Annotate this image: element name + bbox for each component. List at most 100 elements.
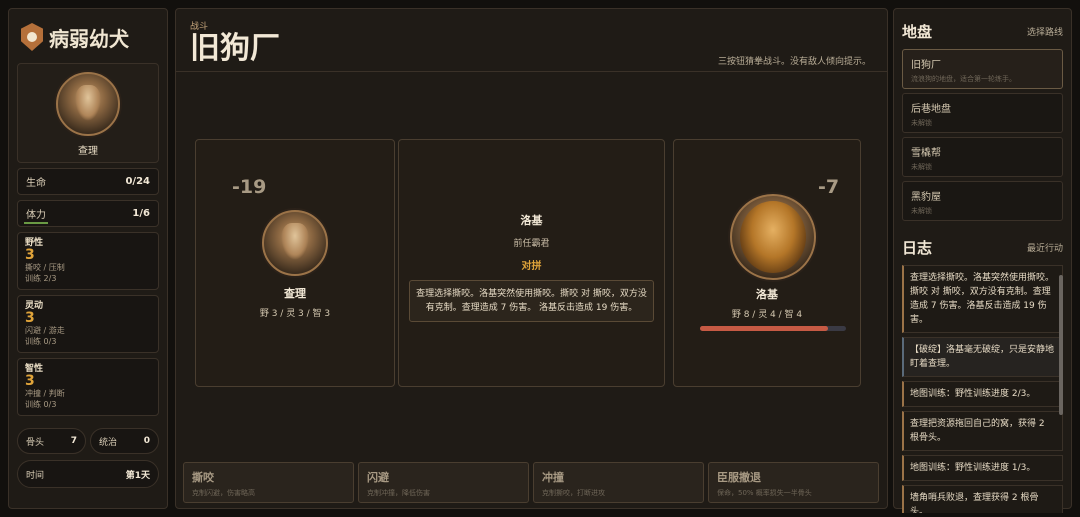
action-desc: 克制闪避，伤害略高	[192, 489, 255, 497]
encounter-card: 洛基 前任霸君 对拼 查理选择撕咬。洛基突然使用撕咬。撕咬 对 撕咬，双方没有克…	[398, 139, 665, 387]
territory-item-old-kennel[interactable]: 旧狗厂 流浪狗的地盘，适合第一轮练手。	[902, 49, 1063, 89]
action-desc: 保命，50% 概率损失一半骨头	[717, 489, 812, 497]
enemy-hp-fill	[700, 326, 829, 331]
player-title-row: 病弱幼犬	[17, 17, 159, 57]
hp-label: 生命	[26, 178, 46, 189]
action-name: 撕咬	[192, 471, 214, 484]
hp-stat: 生命 0/24	[17, 168, 159, 195]
charge-button[interactable]: 冲撞 克制撕咬，打断进攻	[533, 462, 704, 503]
enemy-fighter-avatar	[730, 194, 816, 280]
attribute-train: 训练 0/3	[25, 400, 57, 409]
player-fighter-avatar	[262, 210, 328, 276]
journal-entry: 查理把资源拖回自己的窝，获得 2 根骨头。	[902, 411, 1063, 451]
player-portrait-card: 查理	[17, 63, 159, 163]
battle-header: 战斗 旧狗厂 三按钮猜拳战斗。没有敌人倾向提示。	[176, 9, 887, 72]
attribute-name: 灵动	[25, 301, 44, 311]
stamina-label: 体力	[26, 210, 46, 221]
territory-name: 旧狗厂	[911, 60, 941, 71]
journal-header: 日志 最近行动	[902, 233, 1063, 261]
battle-hint: 三按钮猜拳战斗。没有敌人倾向提示。	[717, 57, 871, 67]
player-fighter-card: -19 查理 野 3 / 灵 3 / 智 3	[195, 139, 395, 387]
bones-value: 7	[70, 436, 77, 446]
player-panel: 病弱幼犬 查理 生命 0/24 体力 1/6 野性 3 撕咬 / 压制 训练 2…	[8, 8, 168, 509]
map-journal-panel: 地盘 选择路线 旧狗厂 流浪狗的地盘，适合第一轮练手。 后巷地盘 未解锁 雪橇帮…	[893, 8, 1072, 513]
attribute-wild: 野性 3 撕咬 / 压制 训练 2/3	[17, 232, 159, 290]
journal-scrollbar[interactable]	[1059, 275, 1063, 415]
battle-label: 战斗	[190, 22, 209, 32]
journal-entry: 查理选择撕咬。洛基突然使用撕咬。撕咬 对 撕咬，双方没有克制。查理造成 7 伤害…	[902, 265, 1063, 333]
action-desc: 克制撕咬，打断进攻	[542, 489, 605, 497]
territory-header: 地盘 选择路线	[902, 17, 1063, 45]
journal-list[interactable]: 查理选择撕咬。洛基突然使用撕咬。撕咬 对 撕咬，双方没有克制。查理造成 7 伤害…	[902, 265, 1063, 513]
battle-panel: 战斗 旧狗厂 三按钮猜拳战斗。没有敌人倾向提示。 -19 查理 野 3 / 灵 …	[175, 8, 888, 509]
journal-entry: 地图训练：野性训练进度 2/3。	[902, 381, 1063, 407]
attribute-value: 3	[25, 310, 35, 326]
attribute-desc: 撕咬 / 压制	[25, 263, 65, 272]
player-fighter-stats: 野 3 / 灵 3 / 智 3	[259, 309, 331, 319]
attribute-value: 3	[25, 373, 35, 389]
territory-name: 后巷地盘	[911, 104, 951, 115]
hp-value: 0/24	[125, 176, 150, 187]
stamina-value: 1/6	[132, 208, 150, 219]
enemy-fighter-stats: 野 8 / 灵 4 / 智 4	[731, 310, 803, 320]
territory-item-sled-gang[interactable]: 雪橇帮 未解锁	[902, 137, 1063, 177]
journal-entry: 墙角哨兵败退，查理获得 2 根骨头。	[902, 485, 1063, 513]
stamina-bar	[24, 222, 48, 224]
dog-badge-icon	[21, 23, 43, 51]
enemy-damage: -7	[818, 176, 840, 198]
territory-desc: 流浪狗的地盘，适合第一轮练手。	[911, 75, 1016, 83]
attribute-train: 训练 0/3	[25, 337, 57, 346]
territory-title: 地盘	[902, 22, 933, 41]
resource-row: 骨头 7 统治 0	[17, 428, 159, 454]
attribute-desc: 冲撞 / 判断	[25, 389, 65, 398]
journal-title: 日志	[902, 238, 933, 257]
territory-desc: 未解锁	[911, 119, 932, 127]
time-value: 第1天	[125, 470, 150, 481]
action-name: 闪避	[367, 471, 389, 484]
territory-item-back-alley[interactable]: 后巷地盘 未解锁	[902, 93, 1063, 133]
battle-mode: 对拼	[521, 261, 542, 272]
enemy-title: 前任霸君	[513, 239, 550, 249]
submit-retreat-button[interactable]: 臣服撤退 保命，50% 概率损失一半骨头	[708, 462, 879, 503]
action-bar: 撕咬 克制闪避，伤害略高 闪避 克制冲撞，降低伤害 冲撞 克制撕咬，打断进攻 臣…	[183, 462, 879, 503]
player-fighter-name: 查理	[284, 287, 306, 300]
journal-entry: 地图训练：野性训练进度 1/3。	[902, 455, 1063, 481]
enemy-hp-bar	[700, 326, 846, 331]
attribute-name: 野性	[25, 238, 44, 248]
choose-route-link[interactable]: 选择路线	[1027, 25, 1063, 38]
territory-name: 黑豹屋	[911, 192, 941, 203]
player-avatar	[56, 72, 120, 136]
territory-desc: 未解锁	[911, 207, 932, 215]
attribute-name: 智性	[25, 364, 44, 374]
action-desc: 克制冲撞，降低伤害	[367, 489, 430, 497]
enemy-name: 洛基	[520, 214, 543, 227]
rule-pill: 统治 0	[90, 428, 159, 454]
attribute-train: 训练 2/3	[25, 274, 57, 283]
player-status-title: 病弱幼犬	[49, 26, 129, 51]
time-pill: 时间 第1天	[17, 460, 159, 488]
attribute-desc: 闪避 / 游走	[25, 326, 65, 335]
round-log: 查理选择撕咬。洛基突然使用撕咬。撕咬 对 撕咬，双方没有克制。查理造成 7 伤害…	[409, 280, 654, 322]
rule-label: 统治	[99, 437, 118, 448]
player-damage: -19	[232, 176, 267, 198]
action-name: 冲撞	[542, 471, 564, 484]
stamina-stat: 体力 1/6	[17, 200, 159, 227]
territory-name: 雪橇帮	[911, 148, 941, 159]
time-label: 时间	[26, 470, 45, 481]
journal-entry: 【破绽】洛基毫无破绽，只是安静地盯着查理。	[902, 337, 1063, 377]
rule-value: 0	[143, 436, 150, 446]
attribute-wit: 智性 3 冲撞 / 判断 训练 0/3	[17, 358, 159, 416]
dodge-button[interactable]: 闪避 克制冲撞，降低伤害	[358, 462, 529, 503]
attribute-value: 3	[25, 247, 35, 263]
recent-actions-label: 最近行动	[1026, 243, 1063, 254]
player-portrait-name: 查理	[78, 146, 98, 157]
attribute-agile: 灵动 3 闪避 / 游走 训练 0/3	[17, 295, 159, 353]
territory-item-panther-house[interactable]: 黑豹屋 未解锁	[902, 181, 1063, 221]
bones-label: 骨头	[26, 437, 45, 448]
enemy-fighter-name: 洛基	[756, 288, 778, 301]
enemy-fighter-card: -7 洛基 野 8 / 灵 4 / 智 4	[673, 139, 861, 387]
bite-button[interactable]: 撕咬 克制闪避，伤害略高	[183, 462, 354, 503]
bones-pill: 骨头 7	[17, 428, 86, 454]
action-name: 臣服撤退	[717, 471, 761, 484]
territory-desc: 未解锁	[911, 163, 932, 171]
